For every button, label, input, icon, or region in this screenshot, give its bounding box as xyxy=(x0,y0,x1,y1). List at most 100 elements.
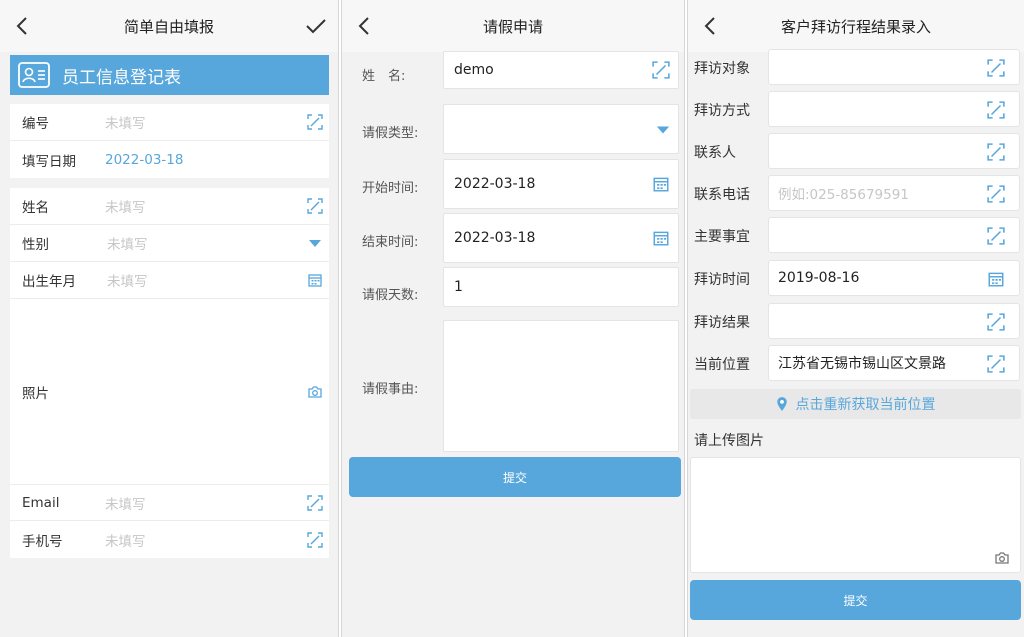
back-icon[interactable] xyxy=(700,14,722,38)
field-label: 照片 xyxy=(22,385,49,402)
calendar-icon[interactable] xyxy=(307,272,323,288)
field-label: 拜访结果 xyxy=(694,315,750,331)
field-visit-target: 拜访对象 xyxy=(688,46,1024,88)
submit-button[interactable]: 提交 xyxy=(690,580,1021,620)
screen-client-visit: 客户拜访行程结果录入 拜访对象 拜访方式 联系人 联系电话 例如:025-856… xyxy=(687,0,1024,637)
phone-input[interactable]: 例如:025-85679591 xyxy=(768,175,1020,211)
screen-free-report: 简单自由填报 员工信息登记表 编号 未填写 填写日期 2022-03-18 姓名… xyxy=(0,0,339,637)
field-start-time: 开始时间: 2022-03-18 xyxy=(342,159,684,209)
scan-icon[interactable] xyxy=(307,198,323,214)
field-label: 联系人 xyxy=(694,145,736,161)
screen-leave-request: 请假申请 姓 名: demo 请假类型: 开始时间: 2022-03-18 结束… xyxy=(341,0,685,637)
calendar-icon[interactable] xyxy=(987,270,1005,288)
field-value: 2022-03-18 xyxy=(454,230,536,246)
field-label: 编号 xyxy=(22,116,49,132)
field-phone: 联系电话 例如:025-85679591 xyxy=(688,172,1024,214)
navbar: 请假申请 xyxy=(342,0,684,52)
field-name: 姓 名: demo xyxy=(342,51,684,91)
scan-icon[interactable] xyxy=(987,59,1005,77)
field-label: 请假天数: xyxy=(362,288,419,303)
field-label: 手机号 xyxy=(22,533,63,550)
scan-icon[interactable] xyxy=(307,531,323,548)
camera-icon[interactable] xyxy=(994,550,1010,566)
end-time-input[interactable]: 2022-03-18 xyxy=(443,213,679,263)
field-photo[interactable]: 照片 xyxy=(10,299,329,485)
scan-icon[interactable] xyxy=(987,313,1005,331)
visit-result-input[interactable] xyxy=(768,303,1020,339)
field-mobile[interactable]: 手机号 未填写 xyxy=(10,521,329,558)
field-birth-month[interactable]: 出生年月 未填写 xyxy=(10,262,329,299)
camera-icon[interactable] xyxy=(307,384,323,400)
visit-method-input[interactable] xyxy=(768,91,1020,127)
page-title: 客户拜访行程结果录入 xyxy=(780,17,931,36)
field-label: 主要事宜 xyxy=(694,229,750,245)
field-label: 请假类型: xyxy=(362,126,419,141)
field-value: 2019-08-16 xyxy=(778,270,860,286)
field-value: 江苏省无锡市锡山区文景路 xyxy=(778,356,946,372)
form-group-personal: 姓名 未填写 性别 未填写 出生年月 未填写 照片 Email 未填写 手机号 … xyxy=(10,188,329,558)
field-placeholder: 例如:025-85679591 xyxy=(778,187,909,203)
field-fill-date[interactable]: 填写日期 2022-03-18 xyxy=(10,141,329,178)
field-label: 填写日期 xyxy=(22,153,76,170)
leave-reason-textarea[interactable] xyxy=(443,320,679,452)
location-pin-icon xyxy=(776,397,787,411)
navbar: 客户拜访行程结果录入 xyxy=(688,0,1024,52)
contact-input[interactable] xyxy=(768,133,1020,169)
field-label: 性别 xyxy=(22,237,49,253)
field-label: Email xyxy=(22,494,60,511)
submit-button[interactable]: 提交 xyxy=(349,457,681,497)
field-visit-method: 拜访方式 xyxy=(688,88,1024,130)
field-label: 拜访时间 xyxy=(694,272,750,288)
scan-icon[interactable] xyxy=(307,114,323,130)
field-name[interactable]: 姓名 未填写 xyxy=(10,188,329,225)
field-value: 2022-03-18 xyxy=(454,176,536,192)
scan-icon[interactable] xyxy=(987,227,1005,245)
field-value: 未填写 xyxy=(105,496,146,513)
relocate-button[interactable]: 点击重新获取当前位置 xyxy=(690,389,1021,419)
scan-icon[interactable] xyxy=(987,185,1005,203)
field-value: 2022-03-18 xyxy=(105,151,184,168)
current-location-input[interactable]: 江苏省无锡市锡山区文景路 xyxy=(768,345,1020,381)
scan-icon[interactable] xyxy=(307,494,323,511)
field-label: 拜访方式 xyxy=(694,103,750,119)
relocate-label: 点击重新获取当前位置 xyxy=(795,397,936,413)
leave-type-select[interactable] xyxy=(443,104,679,154)
form-banner-title: 员工信息登记表 xyxy=(62,67,181,88)
back-icon[interactable] xyxy=(354,14,376,38)
visit-target-input[interactable] xyxy=(768,49,1020,85)
field-label: 姓 名: xyxy=(362,69,406,84)
navbar: 简单自由填报 xyxy=(0,0,338,52)
calendar-icon[interactable] xyxy=(652,229,670,247)
dropdown-arrow-icon[interactable] xyxy=(307,235,323,251)
field-value: 未填写 xyxy=(105,200,146,216)
scan-icon[interactable] xyxy=(652,61,670,79)
field-label: 姓名 xyxy=(22,200,49,216)
start-time-input[interactable]: 2022-03-18 xyxy=(443,159,679,209)
field-label: 拜访对象 xyxy=(694,61,750,77)
scan-icon[interactable] xyxy=(987,143,1005,161)
name-input[interactable]: demo xyxy=(443,51,679,89)
calendar-icon[interactable] xyxy=(652,175,670,193)
field-gender[interactable]: 性别 未填写 xyxy=(10,225,329,262)
field-leave-days: 请假天数: 1 xyxy=(342,267,684,307)
image-upload-area[interactable] xyxy=(690,457,1021,573)
field-value: 未填写 xyxy=(107,237,148,253)
visit-time-input[interactable]: 2019-08-16 xyxy=(768,260,1020,296)
scan-icon[interactable] xyxy=(987,355,1005,373)
back-icon[interactable] xyxy=(12,14,34,38)
main-matter-input[interactable] xyxy=(768,217,1020,253)
field-value: 未填写 xyxy=(105,116,146,132)
leave-days-input[interactable]: 1 xyxy=(443,267,679,307)
field-end-time: 结束时间: 2022-03-18 xyxy=(342,213,684,263)
field-number[interactable]: 编号 未填写 xyxy=(10,104,329,141)
dropdown-arrow-icon[interactable] xyxy=(656,123,670,137)
field-label: 当前位置 xyxy=(694,357,750,373)
form-group-meta: 编号 未填写 填写日期 2022-03-18 xyxy=(10,104,329,178)
field-email[interactable]: Email 未填写 xyxy=(10,485,329,521)
field-value: 未填写 xyxy=(105,533,146,550)
scan-icon[interactable] xyxy=(987,101,1005,119)
upload-label: 请上传图片 xyxy=(694,433,764,449)
page-title: 请假申请 xyxy=(482,17,543,36)
check-icon[interactable] xyxy=(304,15,328,37)
field-leave-reason: 请假事由: xyxy=(342,320,684,452)
